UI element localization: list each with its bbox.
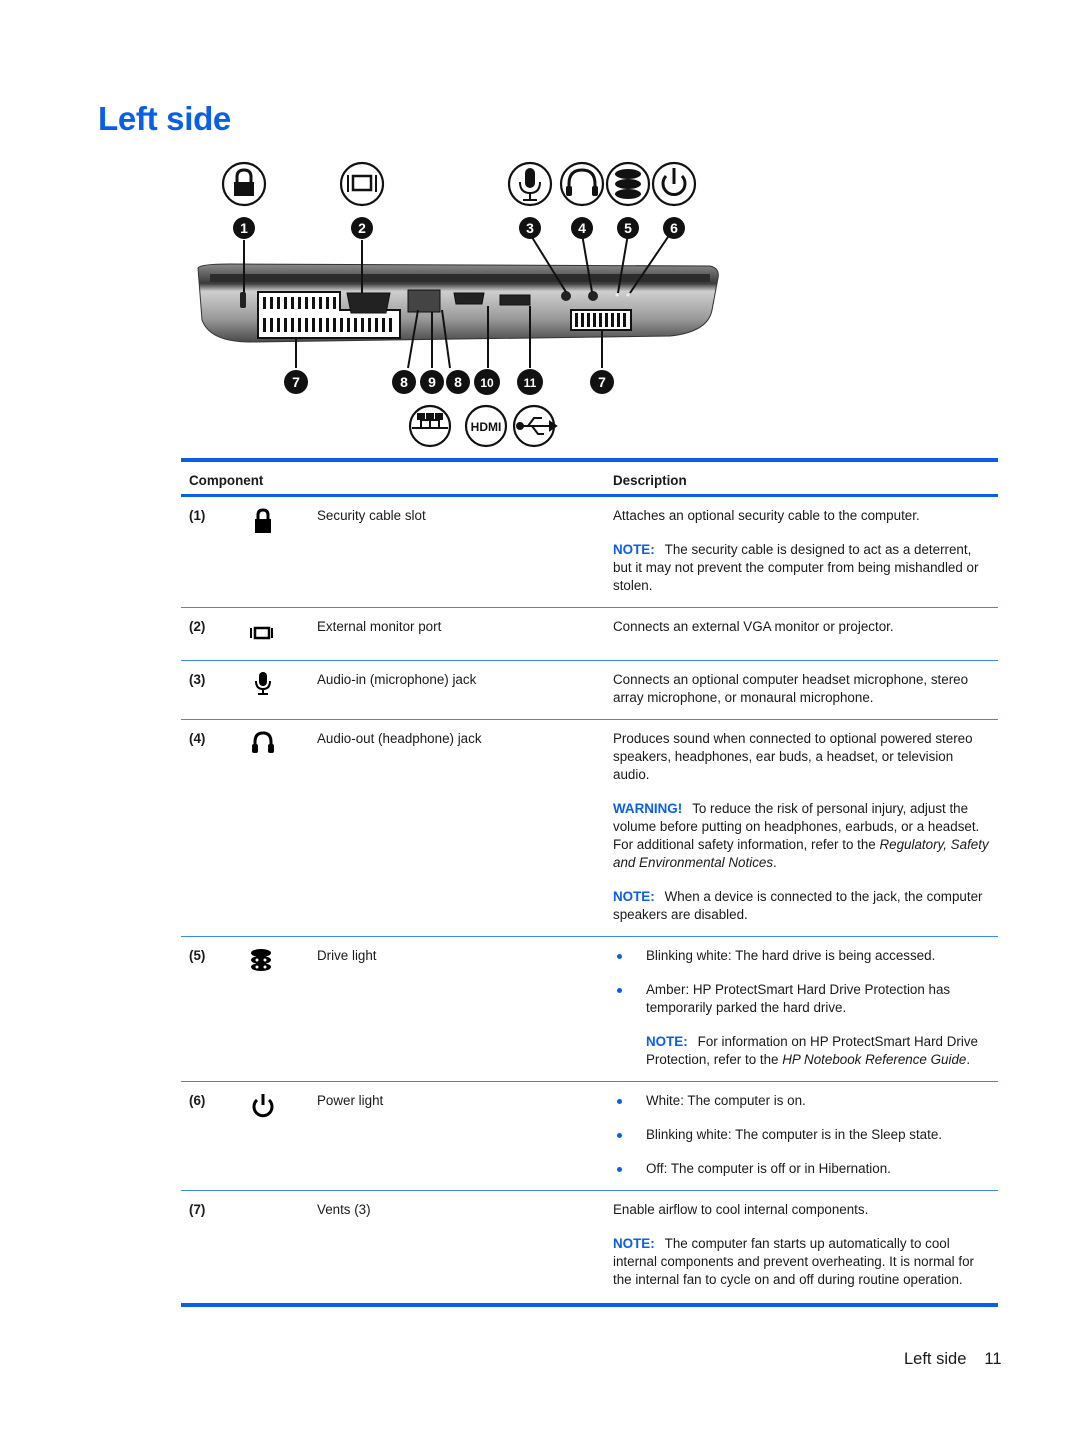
rj45-port xyxy=(407,289,441,313)
callout-6: 6 xyxy=(670,220,678,236)
header-description: Description xyxy=(613,473,687,488)
callout-8a: 8 xyxy=(400,374,408,390)
headphone-jack xyxy=(588,291,598,301)
description: Produces sound when connected to optiona… xyxy=(613,731,973,782)
component-table: Component Description (1) Security cable… xyxy=(181,458,998,1307)
callout-3: 3 xyxy=(526,220,534,236)
description: Enable airflow to cool internal componen… xyxy=(613,1202,869,1217)
callout-11: 11 xyxy=(524,376,537,390)
component-name: External monitor port xyxy=(317,619,442,634)
bullet-item: Amber: HP ProtectSmart Hard Drive Protec… xyxy=(613,981,991,1017)
microphone-icon xyxy=(255,672,271,695)
bullet-item: Blinking white: The computer is in the S… xyxy=(613,1126,991,1144)
table-row: (1) Security cable slot Attaches an opti… xyxy=(181,497,998,608)
power-icon xyxy=(252,1094,274,1118)
callout-7b: 7 xyxy=(598,374,606,390)
security-slot xyxy=(240,292,246,308)
component-name: Security cable slot xyxy=(317,508,426,523)
row-number: (2) xyxy=(189,619,206,634)
drive-icon xyxy=(251,949,271,971)
usb-port xyxy=(499,294,531,306)
bullet-item: Off: The computer is off or in Hibernati… xyxy=(613,1160,991,1178)
power-led xyxy=(626,293,630,297)
vga-port xyxy=(346,292,391,314)
component-name: Drive light xyxy=(317,948,377,963)
hdmi-port xyxy=(453,292,485,305)
row-number: (4) xyxy=(189,731,206,746)
warning-tag: WARNING! xyxy=(613,801,683,816)
note-tag: NOTE: xyxy=(613,542,655,557)
footer-section: Left side xyxy=(904,1350,967,1368)
page-footer: Left side 11 xyxy=(904,1350,1002,1369)
row-number: (7) xyxy=(189,1202,206,1217)
callout-10: 10 xyxy=(480,376,494,390)
note: NOTE: For information on HP ProtectSmart … xyxy=(646,1034,978,1067)
callout-5: 5 xyxy=(624,220,632,236)
description: Connects an external VGA monitor or proj… xyxy=(613,619,894,634)
left-side-figure: 1 2 3 4 5 6 7 8 9 8 10 11 7 HDMI xyxy=(197,161,719,448)
callout-1: 1 xyxy=(240,220,248,236)
note: NOTE: When a device is connected to the j… xyxy=(613,889,983,922)
note-tag: NOTE: xyxy=(613,889,655,904)
vent-right xyxy=(570,309,632,331)
headphone-icon xyxy=(252,731,274,753)
table-row: (7) Vents (3) Enable airflow to cool int… xyxy=(181,1191,998,1307)
description: Attaches an optional security cable to t… xyxy=(613,508,920,523)
row-number: (5) xyxy=(189,948,206,963)
row-number: (6) xyxy=(189,1093,206,1108)
table-row: (5) Drive light Blinking white: The hard… xyxy=(181,937,998,1082)
note: NOTE: The computer fan starts up automati… xyxy=(613,1236,975,1287)
table-row: (4) Audio-out (headphone) jack Produces … xyxy=(181,720,998,937)
note: NOTE: The security cable is designed to a… xyxy=(613,542,979,593)
callout-7a: 7 xyxy=(292,374,300,390)
mic-jack xyxy=(561,291,571,301)
row-number: (1) xyxy=(189,508,206,523)
component-name: Vents (3) xyxy=(317,1202,371,1217)
warning: WARNING! To reduce the risk of personal i… xyxy=(613,801,989,870)
note-tag: NOTE: xyxy=(613,1236,655,1251)
callout-4: 4 xyxy=(578,220,586,236)
bullet-item: Blinking white: The hard drive is being … xyxy=(613,947,991,965)
callout-2: 2 xyxy=(358,220,366,236)
page-title: Left side xyxy=(98,100,231,137)
page-number: 11 xyxy=(984,1350,1002,1368)
header-component: Component xyxy=(189,473,264,488)
table-row: (6) Power light White: The computer is o… xyxy=(181,1082,998,1191)
description: Connects an optional computer headset mi… xyxy=(613,672,969,705)
drive-led xyxy=(615,293,619,297)
component-name: Audio-out (headphone) jack xyxy=(317,731,482,746)
monitor-icon xyxy=(250,626,273,640)
component-name: Power light xyxy=(317,1093,384,1108)
hdmi-label: HDMI xyxy=(471,420,502,434)
callout-8b: 8 xyxy=(454,374,462,390)
callout-9: 9 xyxy=(428,374,436,390)
table-row: (3) Audio-in (microphone) jack Connects … xyxy=(181,661,998,720)
bullet-item: White: The computer is on. xyxy=(613,1092,991,1110)
note-tag: NOTE: xyxy=(646,1034,688,1049)
table-header: Component Description xyxy=(181,458,998,497)
note-reference: HP Notebook Reference Guide xyxy=(782,1052,967,1067)
table-row: (2) External monitor port Connects an ex… xyxy=(181,608,998,661)
lock-icon xyxy=(255,508,271,533)
row-number: (3) xyxy=(189,672,206,687)
component-name: Audio-in (microphone) jack xyxy=(317,672,477,687)
